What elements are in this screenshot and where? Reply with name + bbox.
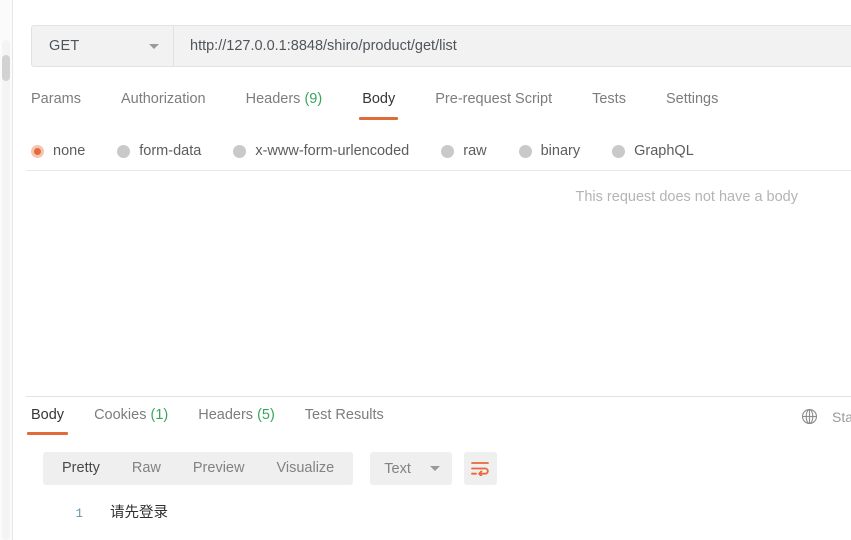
radio-icon bbox=[441, 144, 455, 158]
body-type-urlencoded[interactable]: x-www-form-urlencoded bbox=[233, 143, 409, 159]
response-tab-headers-count: (5) bbox=[257, 407, 275, 423]
response-view-mode-group: Pretty Raw Preview Visualize bbox=[43, 452, 354, 485]
empty-body-message: This request does not have a body bbox=[575, 189, 798, 205]
body-type-raw[interactable]: raw bbox=[441, 143, 487, 159]
request-response-pane: GET http://127.0.0.1:8848/shiro/product/… bbox=[13, 0, 851, 540]
vertical-scrollbar-track[interactable] bbox=[2, 40, 10, 540]
word-wrap-button[interactable] bbox=[464, 452, 498, 485]
tab-settings[interactable]: Settings bbox=[666, 88, 718, 120]
response-status-label: Stat bbox=[832, 408, 851, 425]
tab-authorization[interactable]: Authorization bbox=[121, 88, 206, 120]
response-panel-divider bbox=[26, 396, 851, 397]
response-meta: Stat bbox=[801, 408, 851, 425]
body-type-urlencoded-label: x-www-form-urlencoded bbox=[255, 143, 410, 159]
url-input[interactable]: http://127.0.0.1:8848/shiro/product/get/… bbox=[174, 26, 851, 66]
body-type-options: none form-data x-www-form-urlencoded raw… bbox=[31, 139, 851, 163]
chevron-down-icon bbox=[149, 43, 159, 49]
tab-body[interactable]: Body bbox=[359, 88, 399, 120]
response-tab-test-results-label: Test Results bbox=[304, 407, 384, 423]
http-method-select[interactable]: GET bbox=[32, 26, 174, 66]
response-body-text: 请先登录 bbox=[110, 506, 168, 522]
tab-headers-label: Headers bbox=[245, 91, 301, 107]
response-tab-cookies-count: (1) bbox=[150, 407, 169, 423]
view-mode-raw[interactable]: Raw bbox=[116, 452, 177, 485]
radio-icon bbox=[612, 144, 626, 158]
http-method-label: GET bbox=[49, 38, 80, 54]
line-number: 1 bbox=[75, 507, 83, 521]
response-tab-test-results[interactable]: Test Results bbox=[305, 405, 384, 435]
url-bar: GET http://127.0.0.1:8848/shiro/product/… bbox=[31, 25, 851, 67]
radio-icon bbox=[518, 144, 532, 158]
body-type-binary[interactable]: binary bbox=[518, 143, 581, 159]
tab-body-label: Body bbox=[362, 91, 396, 107]
response-tab-headers[interactable]: Headers (5) bbox=[198, 405, 275, 435]
response-tab-cookies-label: Cookies bbox=[94, 407, 147, 423]
tab-params-label: Params bbox=[31, 91, 81, 107]
response-body-line: 1 请先登录 bbox=[26, 501, 168, 522]
body-type-none-label: none bbox=[53, 143, 86, 159]
view-mode-pretty[interactable]: Pretty bbox=[46, 452, 116, 485]
response-tab-headers-label: Headers bbox=[198, 407, 254, 423]
response-body-viewer[interactable]: 1 请先登录 bbox=[26, 492, 851, 540]
left-gutter bbox=[0, 0, 13, 540]
tab-tests-label: Tests bbox=[592, 91, 626, 107]
vertical-scrollbar-thumb[interactable] bbox=[2, 55, 10, 81]
tab-pre-request-script[interactable]: Pre-request Script bbox=[435, 88, 552, 120]
body-type-none[interactable]: none bbox=[31, 143, 85, 159]
request-body-area: This request does not have a body bbox=[26, 171, 851, 396]
body-type-binary-label: binary bbox=[540, 143, 581, 159]
view-mode-preview[interactable]: Preview bbox=[177, 452, 261, 485]
body-type-raw-label: raw bbox=[463, 143, 487, 159]
radio-icon bbox=[117, 144, 131, 158]
request-tabs: Params Authorization Headers (9) Body Pr… bbox=[31, 88, 851, 126]
response-tab-cookies[interactable]: Cookies (1) bbox=[94, 405, 168, 435]
view-mode-visualize[interactable]: Visualize bbox=[260, 452, 350, 485]
body-type-graphql-label: GraphQL bbox=[634, 143, 694, 159]
tab-params[interactable]: Params bbox=[31, 88, 81, 120]
response-tab-body[interactable]: Body bbox=[26, 405, 69, 435]
tab-tests[interactable]: Tests bbox=[592, 88, 626, 120]
response-format-select[interactable]: Text bbox=[370, 452, 453, 485]
response-tabs: Body Cookies (1) Headers (5) Test Result… bbox=[26, 405, 851, 439]
radio-icon bbox=[233, 144, 247, 158]
word-wrap-icon bbox=[471, 462, 490, 476]
tab-pre-request-script-label: Pre-request Script bbox=[435, 91, 553, 107]
tab-headers-count: (9) bbox=[304, 91, 323, 107]
tab-headers[interactable]: Headers (9) bbox=[246, 88, 323, 120]
globe-icon[interactable] bbox=[801, 408, 818, 425]
radio-icon bbox=[31, 144, 44, 158]
response-tab-body-label: Body bbox=[31, 407, 65, 423]
chevron-down-icon bbox=[430, 466, 441, 471]
body-type-form-data-label: form-data bbox=[139, 143, 202, 159]
body-type-graphql[interactable]: GraphQL bbox=[612, 143, 694, 159]
tab-authorization-label: Authorization bbox=[120, 91, 206, 107]
body-type-form-data[interactable]: form-data bbox=[117, 143, 201, 159]
response-format-label: Text bbox=[384, 460, 411, 477]
tab-settings-label: Settings bbox=[665, 91, 719, 107]
response-view-toolbar: Pretty Raw Preview Visualize Text bbox=[43, 452, 498, 485]
